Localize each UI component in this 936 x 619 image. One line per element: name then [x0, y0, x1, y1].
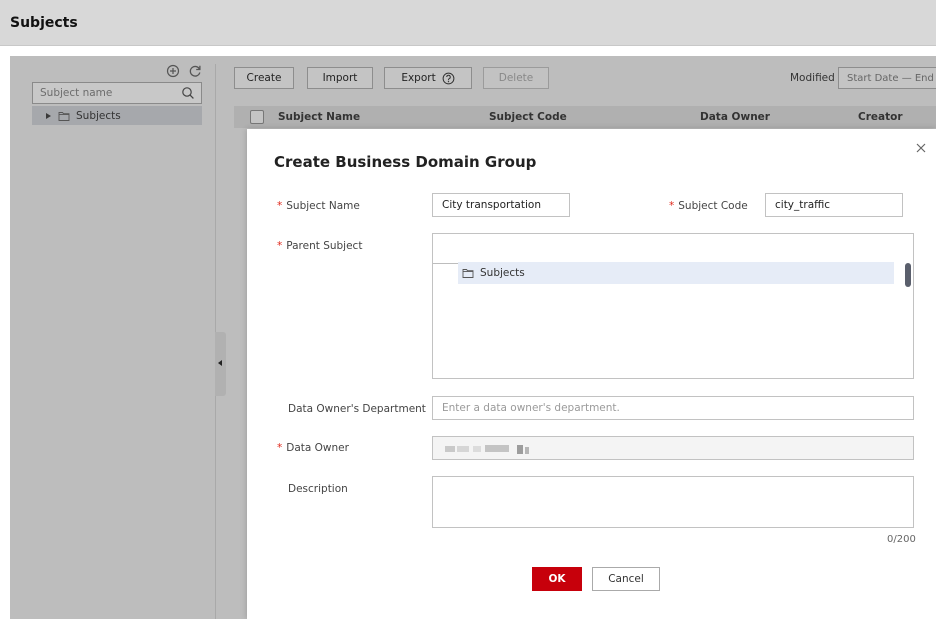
required-mark: * [277, 200, 283, 212]
subject-code-input[interactable] [765, 193, 903, 217]
subject-tree-panel: Subjects [10, 56, 215, 619]
refresh-icon[interactable] [188, 64, 202, 78]
subject-code-label-text: Subject Code [678, 200, 748, 212]
collapse-panel-button[interactable] [215, 332, 226, 396]
required-mark: * [277, 240, 283, 252]
dialog-title: Create Business Domain Group [274, 153, 537, 171]
tree-toolbar [166, 64, 202, 78]
data-owner-label-text: Data Owner [286, 442, 349, 454]
tree-connector-line [433, 263, 458, 264]
expand-arrow-icon[interactable] [46, 112, 51, 119]
create-business-domain-group-dialog: Create Business Domain Group * Subject Na… [247, 129, 936, 619]
parent-tree-node-subjects[interactable]: Subjects [458, 262, 894, 284]
export-button[interactable]: Export [384, 67, 472, 89]
subject-name-label-text: Subject Name [286, 200, 360, 212]
department-input[interactable] [432, 396, 914, 420]
tree-node-label: Subjects [76, 109, 121, 122]
page-header: Subjects [0, 0, 936, 46]
import-button[interactable]: Import [307, 67, 373, 89]
select-all-checkbox[interactable] [250, 110, 264, 124]
redacted-owner-name [445, 445, 529, 454]
department-label: Data Owner's Department [288, 403, 426, 415]
parent-tree-scrollbar[interactable] [905, 263, 911, 287]
required-mark: * [277, 442, 283, 454]
close-icon[interactable] [914, 141, 928, 155]
data-owner-label: * Data Owner [277, 442, 349, 454]
table-header: Subject Name Subject Code Data Owner Cre… [234, 106, 936, 128]
column-header-subject-name[interactable]: Subject Name [278, 111, 360, 123]
ok-button[interactable]: OK [532, 567, 582, 591]
data-owner-select[interactable] [432, 436, 914, 460]
column-header-subject-code[interactable]: Subject Code [489, 111, 567, 123]
subject-search-input[interactable] [33, 83, 173, 103]
help-icon[interactable] [442, 72, 455, 85]
collapse-left-icon [218, 360, 222, 366]
modified-filter-label: Modified [790, 72, 835, 84]
parent-subject-tree[interactable]: Subjects [432, 233, 914, 379]
date-range-picker[interactable]: Start Date — End Date [838, 67, 936, 89]
parent-subject-label: * Parent Subject [277, 240, 362, 252]
subject-search [32, 82, 202, 104]
folder-icon [462, 269, 474, 278]
search-icon[interactable] [181, 86, 195, 100]
parent-tree-node-label: Subjects [480, 267, 525, 279]
cancel-button[interactable]: Cancel [592, 567, 660, 591]
required-mark: * [669, 200, 675, 212]
plus-circle-icon[interactable] [166, 64, 180, 78]
column-header-creator[interactable]: Creator [858, 111, 903, 123]
subject-name-label: * Subject Name [277, 200, 360, 212]
tree-node-subjects[interactable]: Subjects [32, 106, 202, 125]
folder-icon [58, 111, 70, 121]
create-button[interactable]: Create [234, 67, 294, 89]
delete-button[interactable]: Delete [483, 67, 549, 89]
description-char-counter: 0/200 [887, 534, 916, 545]
page-title: Subjects [10, 15, 78, 31]
parent-subject-label-text: Parent Subject [286, 240, 363, 252]
export-button-label: Export [401, 72, 436, 84]
description-label: Description [288, 483, 348, 495]
subject-name-input[interactable] [432, 193, 570, 217]
column-header-data-owner[interactable]: Data Owner [700, 111, 770, 123]
description-textarea[interactable] [432, 476, 914, 528]
subject-code-label: * Subject Code [669, 200, 748, 212]
